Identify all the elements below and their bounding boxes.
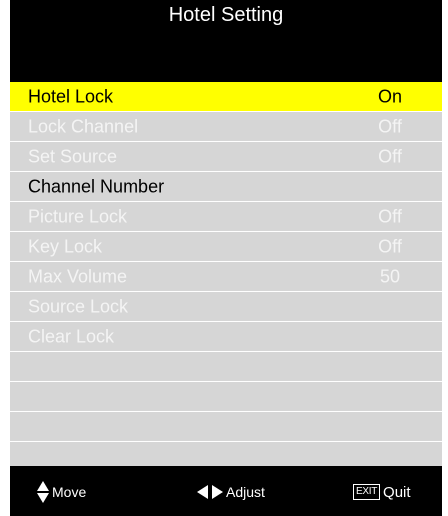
up-down-arrow-icon (37, 481, 49, 503)
adjust-label: Adjust (226, 484, 265, 500)
menu-item-lock-channel[interactable]: Lock Channel Off (10, 112, 442, 142)
menu-item-value: Off (378, 236, 402, 256)
menu-item-label: Clear Lock (28, 326, 115, 346)
menu-item-channel-number[interactable]: Channel Number (10, 172, 442, 202)
quit-hint: EXIT Quit (353, 481, 411, 503)
menu-item-label: Picture Lock (28, 206, 128, 226)
menu-item-label: Set Source (28, 146, 118, 166)
page-title: Hotel Setting (168, 4, 284, 26)
menu-item-picture-lock[interactable]: Picture Lock Off (10, 202, 442, 232)
right-arrow-icon (212, 485, 223, 499)
menu-item-value: On (377, 86, 402, 106)
key-hint-bar: Move Adjust EXIT Quit (10, 466, 442, 516)
menu-item-label: Max Volume (28, 266, 128, 286)
empty-menu-row (10, 382, 442, 412)
osd-header: Hotel Setting (10, 0, 442, 82)
menu-item-label: Key Lock (28, 236, 103, 256)
move-label: Move (52, 484, 87, 500)
menu-item-value: 50 (379, 266, 401, 286)
quit-label: Quit (383, 483, 411, 501)
hotel-setting-menu: Hotel Lock On Lock Channel Off Set Sourc… (10, 82, 442, 466)
empty-menu-row (10, 352, 442, 382)
menu-item-hotel-lock[interactable]: Hotel Lock On (10, 82, 442, 112)
menu-item-label: Lock Channel (28, 116, 139, 136)
menu-item-set-source[interactable]: Set Source Off (10, 142, 442, 172)
menu-item-label: Channel Number (28, 176, 165, 196)
empty-menu-row (10, 442, 442, 466)
left-arrow-icon (197, 485, 208, 499)
menu-item-value: Off (378, 116, 402, 136)
exit-key-icon: EXIT (353, 484, 381, 500)
menu-item-label: Hotel Lock (28, 86, 114, 106)
menu-item-value: Off (378, 146, 402, 166)
menu-item-key-lock[interactable]: Key Lock Off (10, 232, 442, 262)
empty-menu-row (10, 412, 442, 442)
adjust-hint: Adjust (197, 481, 265, 503)
menu-item-clear-lock[interactable]: Clear Lock (10, 322, 442, 352)
hotel-setting-osd: Hotel Setting Hotel Lock On Lock Channel… (10, 0, 442, 516)
menu-item-source-lock[interactable]: Source Lock (10, 292, 442, 322)
move-hint: Move (37, 481, 86, 503)
menu-item-label: Source Lock (28, 296, 129, 316)
menu-item-max-volume[interactable]: Max Volume 50 (10, 262, 442, 292)
menu-item-value: Off (378, 206, 402, 226)
